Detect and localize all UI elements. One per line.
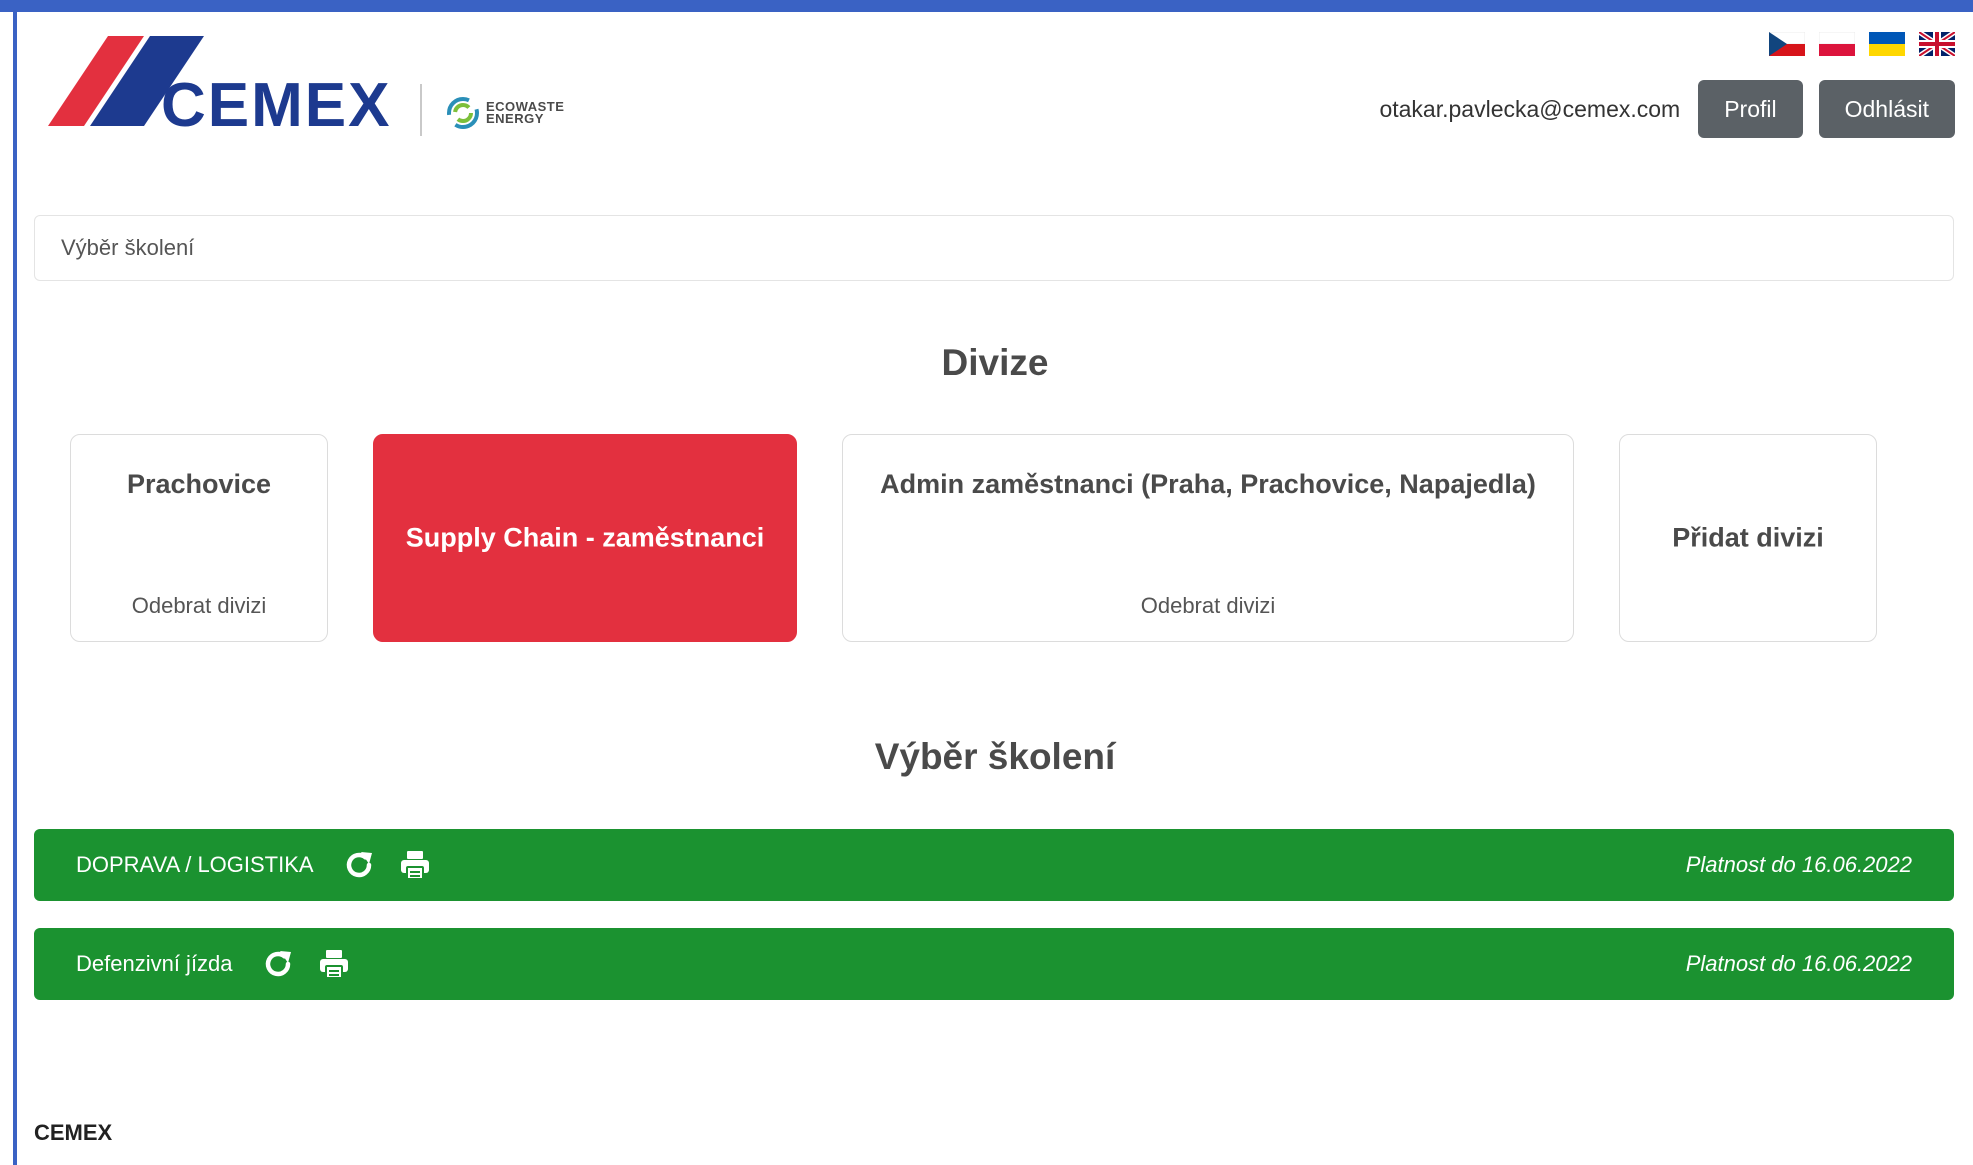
cemex-logo-text: CEMEX [161, 71, 391, 136]
ua-flag-icon[interactable] [1869, 32, 1905, 56]
division-card-admin[interactable]: Admin zaměstnanci (Praha, Prachovice, Na… [842, 434, 1574, 642]
logo-divider [420, 84, 422, 136]
footer-brand: CEMEX [34, 1120, 113, 1145]
cz-flag-icon[interactable] [1769, 32, 1805, 56]
ecowaste-text: ECOWASTE ENERGY [486, 100, 564, 126]
cemex-logo[interactable]: CEMEX [48, 36, 408, 136]
ecowaste-line2: ENERGY [486, 111, 544, 126]
breadcrumb: Výběr školení [34, 215, 1954, 281]
window-frame-top [0, 0, 1973, 12]
uk-flag-icon[interactable] [1919, 32, 1955, 56]
ecowaste-logo: ECOWASTE ENERGY [446, 96, 564, 130]
window-frame-left [13, 12, 17, 1165]
trainings-title: Výběr školení [874, 736, 1116, 777]
user-bar: otakar.pavlecka@cemex.com Profil Odhlási… [1379, 80, 1955, 138]
training-row-doprava[interactable]: DOPRAVA / LOGISTIKA Platnost do 16.06.20… [34, 829, 1954, 901]
pl-flag-icon[interactable] [1819, 32, 1855, 56]
division-name: Admin zaměstnanci (Praha, Prachovice, Na… [880, 469, 1536, 499]
divisions-title: Divize [941, 342, 1049, 383]
print-icon[interactable] [398, 848, 432, 882]
add-division-card[interactable]: Přidat divizi [1619, 434, 1877, 642]
refresh-icon[interactable] [342, 848, 376, 882]
division-name: Supply Chain - zaměstnanci [405, 522, 765, 553]
print-icon[interactable] [317, 947, 351, 981]
logout-button[interactable]: Odhlásit [1818, 80, 1955, 138]
training-validity: Platnost do 16.06.2022 [1685, 852, 1912, 877]
breadcrumb-item[interactable]: Výběr školení [61, 235, 194, 261]
training-name[interactable]: Defenzivní jízda [76, 951, 233, 977]
refresh-icon[interactable] [261, 947, 295, 981]
division-card-supply-chain[interactable]: Supply Chain - zaměstnanci [373, 434, 797, 642]
remove-division-link[interactable]: Odebrat divizi [843, 593, 1573, 619]
training-name[interactable]: DOPRAVA / LOGISTIKA [76, 852, 314, 878]
training-row-defenzivni-jizda[interactable]: Defenzivní jízda Platnost do 16.06.2022 [34, 928, 1954, 1000]
user-email: otakar.pavlecka@cemex.com [1379, 95, 1681, 122]
training-validity: Platnost do 16.06.2022 [1685, 951, 1912, 976]
division-name: Prachovice [126, 469, 272, 499]
division-card-prachovice[interactable]: Prachovice Odebrat divizi [70, 434, 328, 642]
remove-division-link[interactable]: Odebrat divizi [71, 593, 327, 619]
ecowaste-swirl-icon [447, 97, 479, 129]
add-division-label: Přidat divizi [1672, 522, 1824, 553]
language-selector [1769, 32, 1955, 56]
profile-button[interactable]: Profil [1698, 80, 1803, 138]
